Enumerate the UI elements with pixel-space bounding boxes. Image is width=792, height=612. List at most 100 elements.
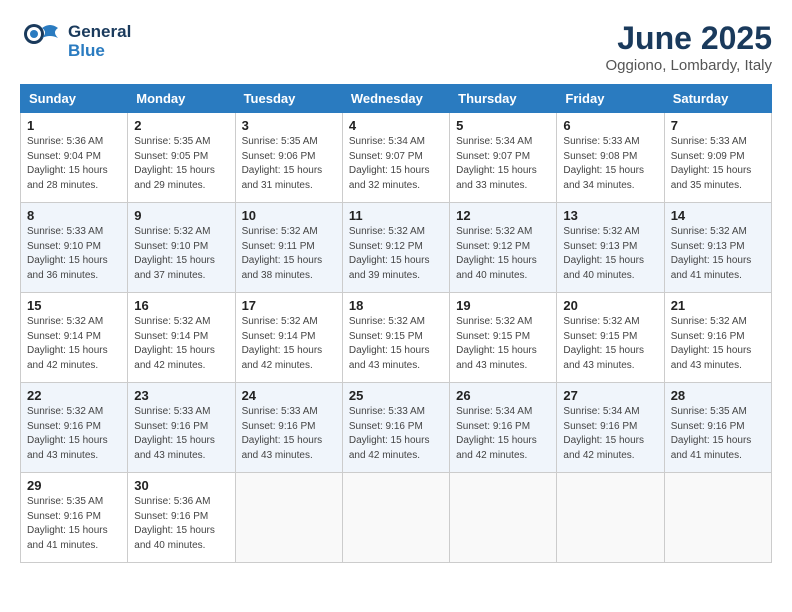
calendar-cell: 23 Sunrise: 5:33 AM Sunset: 9:16 PM Dayli… [128, 383, 235, 473]
day-info: Sunrise: 5:33 AM Sunset: 9:16 PM Dayligh… [134, 405, 228, 463]
logo: General Blue [20, 20, 131, 64]
weekday-header-row: SundayMondayTuesdayWednesdayThursdayFrid… [21, 85, 772, 113]
day-info: Sunrise: 5:33 AM Sunset: 9:10 PM Dayligh… [27, 225, 121, 283]
day-info: Sunrise: 5:32 AM Sunset: 9:14 PM Dayligh… [134, 315, 228, 373]
day-info: Sunrise: 5:32 AM Sunset: 9:15 PM Dayligh… [456, 315, 550, 373]
day-info: Sunrise: 5:32 AM Sunset: 9:15 PM Dayligh… [563, 315, 657, 373]
day-info: Sunrise: 5:34 AM Sunset: 9:07 PM Dayligh… [349, 135, 443, 193]
calendar-cell: 25Sunrise: 5:33 AM Sunset: 9:16 PM Dayli… [342, 383, 449, 473]
weekday-monday: Monday [128, 85, 235, 113]
day-info: Sunrise: 5:32 AM Sunset: 9:11 PM Dayligh… [242, 225, 336, 283]
day-info: Sunrise: 5:32 AM Sunset: 9:14 PM Dayligh… [27, 315, 121, 373]
calendar-header: SundayMondayTuesdayWednesdayThursdayFrid… [21, 85, 772, 113]
day-number: 11 [349, 208, 443, 223]
day-number: 6 [563, 118, 657, 133]
day-info: Sunrise: 5:34 AM Sunset: 9:07 PM Dayligh… [456, 135, 550, 193]
day-info: Sunrise: 5:33 AM Sunset: 9:09 PM Dayligh… [671, 135, 765, 193]
day-info: Sunrise: 5:35 AM Sunset: 9:16 PM Dayligh… [27, 495, 121, 553]
calendar-cell: 19 Sunrise: 5:32 AM Sunset: 9:15 PM Dayli… [450, 293, 557, 383]
calendar-cell: 27 Sunrise: 5:34 AM Sunset: 9:16 PM Dayli… [557, 383, 664, 473]
weekday-friday: Friday [557, 85, 664, 113]
day-number: 21 [671, 298, 765, 313]
day-number: 28 [671, 388, 765, 403]
day-info: Sunrise: 5:35 AM Sunset: 9:06 PM Dayligh… [242, 135, 336, 193]
day-number: 9 [134, 208, 228, 223]
day-number: 4 [349, 118, 443, 133]
day-number: 27 [563, 388, 657, 403]
day-info: Sunrise: 5:34 AM Sunset: 9:16 PM Dayligh… [563, 405, 657, 463]
calendar-week-1: 1Sunrise: 5:36 AM Sunset: 9:04 PM Daylig… [21, 113, 772, 203]
day-number: 10 [242, 208, 336, 223]
day-info: Sunrise: 5:32 AM Sunset: 9:16 PM Dayligh… [671, 315, 765, 373]
day-number: 3 [242, 118, 336, 133]
calendar-cell: 7 Sunrise: 5:33 AM Sunset: 9:09 PM Daylig… [664, 113, 771, 203]
calendar-cell: 6 Sunrise: 5:33 AM Sunset: 9:08 PM Daylig… [557, 113, 664, 203]
calendar-cell [342, 473, 449, 563]
day-info: Sunrise: 5:34 AM Sunset: 9:16 PM Dayligh… [456, 405, 550, 463]
day-info: Sunrise: 5:32 AM Sunset: 9:12 PM Dayligh… [349, 225, 443, 283]
weekday-tuesday: Tuesday [235, 85, 342, 113]
day-number: 22 [27, 388, 121, 403]
day-number: 17 [242, 298, 336, 313]
day-number: 26 [456, 388, 550, 403]
day-info: Sunrise: 5:33 AM Sunset: 9:16 PM Dayligh… [242, 405, 336, 463]
day-info: Sunrise: 5:32 AM Sunset: 9:14 PM Dayligh… [242, 315, 336, 373]
day-number: 7 [671, 118, 765, 133]
calendar-cell: 11 Sunrise: 5:32 AM Sunset: 9:12 PM Dayli… [342, 203, 449, 293]
calendar-week-2: 8 Sunrise: 5:33 AM Sunset: 9:10 PM Daylig… [21, 203, 772, 293]
day-info: Sunrise: 5:32 AM Sunset: 9:13 PM Dayligh… [671, 225, 765, 283]
calendar-cell: 15 Sunrise: 5:32 AM Sunset: 9:14 PM Dayli… [21, 293, 128, 383]
logo-blue: Blue [68, 42, 131, 61]
calendar-cell: 22 Sunrise: 5:32 AM Sunset: 9:16 PM Dayli… [21, 383, 128, 473]
day-number: 16 [134, 298, 228, 313]
day-number: 12 [456, 208, 550, 223]
day-info: Sunrise: 5:36 AM Sunset: 9:04 PM Dayligh… [27, 135, 121, 193]
day-number: 18 [349, 298, 443, 313]
calendar-cell: 30Sunrise: 5:36 AM Sunset: 9:16 PM Dayli… [128, 473, 235, 563]
calendar-cell: 16 Sunrise: 5:32 AM Sunset: 9:14 PM Dayli… [128, 293, 235, 383]
calendar-week-5: 29 Sunrise: 5:35 AM Sunset: 9:16 PM Dayli… [21, 473, 772, 563]
calendar-cell: 1Sunrise: 5:36 AM Sunset: 9:04 PM Daylig… [21, 113, 128, 203]
day-number: 14 [671, 208, 765, 223]
calendar-cell: 2 Sunrise: 5:35 AM Sunset: 9:05 PM Daylig… [128, 113, 235, 203]
day-info: Sunrise: 5:36 AM Sunset: 9:16 PM Dayligh… [134, 495, 228, 553]
day-info: Sunrise: 5:32 AM Sunset: 9:10 PM Dayligh… [134, 225, 228, 283]
calendar-cell: 21 Sunrise: 5:32 AM Sunset: 9:16 PM Dayli… [664, 293, 771, 383]
day-number: 5 [456, 118, 550, 133]
calendar-cell: 17 Sunrise: 5:32 AM Sunset: 9:14 PM Dayli… [235, 293, 342, 383]
calendar-cell: 5 Sunrise: 5:34 AM Sunset: 9:07 PM Daylig… [450, 113, 557, 203]
calendar-cell: 28Sunrise: 5:35 AM Sunset: 9:16 PM Dayli… [664, 383, 771, 473]
weekday-sunday: Sunday [21, 85, 128, 113]
calendar-cell: 26 Sunrise: 5:34 AM Sunset: 9:16 PM Dayli… [450, 383, 557, 473]
calendar-cell: 18Sunrise: 5:32 AM Sunset: 9:15 PM Dayli… [342, 293, 449, 383]
calendar-cell [557, 473, 664, 563]
day-info: Sunrise: 5:33 AM Sunset: 9:16 PM Dayligh… [349, 405, 443, 463]
weekday-wednesday: Wednesday [342, 85, 449, 113]
logo-text: General Blue [68, 23, 131, 60]
weekday-saturday: Saturday [664, 85, 771, 113]
day-number: 8 [27, 208, 121, 223]
calendar-table: SundayMondayTuesdayWednesdayThursdayFrid… [20, 84, 772, 563]
calendar-cell: 13Sunrise: 5:32 AM Sunset: 9:13 PM Dayli… [557, 203, 664, 293]
calendar-cell [450, 473, 557, 563]
day-number: 20 [563, 298, 657, 313]
month-title: June 2025 [606, 20, 772, 57]
day-number: 23 [134, 388, 228, 403]
day-info: Sunrise: 5:32 AM Sunset: 9:16 PM Dayligh… [27, 405, 121, 463]
calendar-cell: 14 Sunrise: 5:32 AM Sunset: 9:13 PM Dayli… [664, 203, 771, 293]
location-subtitle: Oggiono, Lombardy, Italy [606, 57, 772, 74]
day-number: 2 [134, 118, 228, 133]
calendar-cell: 9 Sunrise: 5:32 AM Sunset: 9:10 PM Daylig… [128, 203, 235, 293]
day-number: 15 [27, 298, 121, 313]
day-info: Sunrise: 5:33 AM Sunset: 9:08 PM Dayligh… [563, 135, 657, 193]
day-number: 29 [27, 478, 121, 493]
weekday-thursday: Thursday [450, 85, 557, 113]
calendar-cell: 20 Sunrise: 5:32 AM Sunset: 9:15 PM Dayli… [557, 293, 664, 383]
calendar-cell: 3 Sunrise: 5:35 AM Sunset: 9:06 PM Daylig… [235, 113, 342, 203]
header: General Blue June 2025 Oggiono, Lombardy… [20, 20, 772, 74]
calendar-cell: 8 Sunrise: 5:33 AM Sunset: 9:10 PM Daylig… [21, 203, 128, 293]
title-area: June 2025 Oggiono, Lombardy, Italy [606, 20, 772, 74]
day-info: Sunrise: 5:35 AM Sunset: 9:05 PM Dayligh… [134, 135, 228, 193]
day-number: 13 [563, 208, 657, 223]
day-number: 19 [456, 298, 550, 313]
